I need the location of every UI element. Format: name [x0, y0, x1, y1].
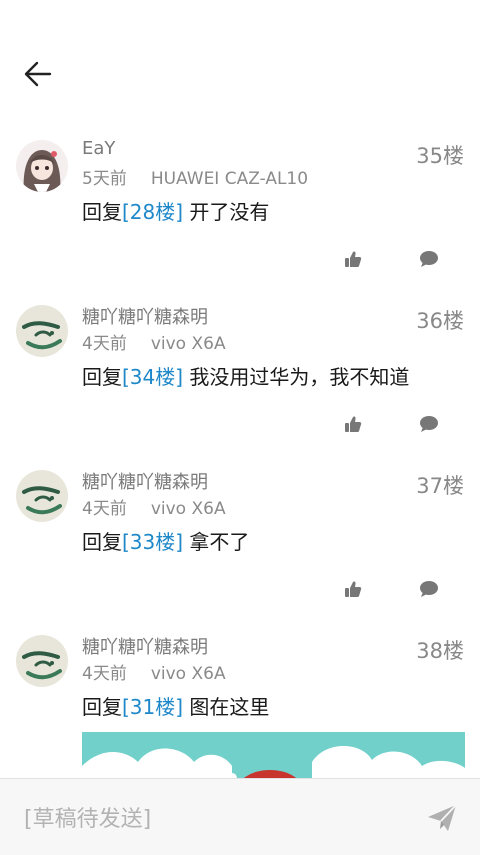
- floor-number: 38楼: [416, 639, 464, 663]
- avatar[interactable]: [16, 635, 68, 687]
- floor-number: 35楼: [416, 144, 464, 168]
- reply-text: 图在这里: [189, 695, 270, 719]
- paper-plane-icon: [428, 804, 457, 831]
- avatar[interactable]: [16, 140, 68, 192]
- send-button[interactable]: [426, 803, 458, 833]
- reply-content: 回复[33楼] 拿不了: [82, 526, 249, 555]
- post-list: EaY 5天前HUAWEI CAZ-AL10 35楼 回复[28楼] 开了没有: [0, 130, 480, 790]
- post-meta: 4天前 vivo X6A: [82, 329, 226, 354]
- reply-content: 回复[31楼] 图在这里: [82, 691, 269, 720]
- post-meta: 5天前 HUAWEI CAZ-AL10: [82, 164, 308, 189]
- post-actions: [342, 248, 440, 270]
- post-meta: 4天前 vivo X6A: [82, 659, 226, 684]
- like-button[interactable]: [342, 248, 364, 270]
- post-time: 4天前: [82, 664, 127, 684]
- post-actions: [342, 578, 440, 600]
- reply-prefix: 回复: [82, 530, 122, 554]
- reply-text: 开了没有: [189, 200, 270, 224]
- reply-floor-link[interactable]: [31楼]: [122, 695, 183, 719]
- device-name: vivo X6A: [150, 334, 226, 354]
- comment-button[interactable]: [418, 578, 440, 600]
- device-name: vivo X6A: [150, 664, 226, 684]
- post-item: 糖吖糖吖糖森明 4天前 vivo X6A 36楼 回复[34楼] 我没用过华为，我…: [0, 295, 480, 460]
- comment-bubble-icon: [420, 581, 438, 597]
- post-item: 糖吖糖吖糖森明 4天前 vivo X6A 37楼 回复[33楼] 拿不了: [0, 460, 480, 625]
- reply-content: 回复[28楼] 开了没有: [82, 196, 269, 225]
- username[interactable]: 糖吖糖吖糖森明: [82, 468, 208, 494]
- like-button[interactable]: [342, 413, 364, 435]
- comment-button[interactable]: [418, 413, 440, 435]
- post-time: 4天前: [82, 499, 127, 519]
- reply-prefix: 回复: [82, 200, 122, 224]
- username[interactable]: 糖吖糖吖糖森明: [82, 303, 208, 329]
- username[interactable]: 糖吖糖吖糖森明: [82, 633, 208, 659]
- avatar[interactable]: [16, 305, 68, 357]
- reply-prefix: 回复: [82, 365, 122, 389]
- reply-input[interactable]: [草稿待发送]: [24, 801, 151, 833]
- device-name: vivo X6A: [150, 499, 226, 519]
- post-actions: [342, 413, 440, 435]
- device-name: HUAWEI CAZ-AL10: [150, 169, 309, 189]
- post-time: 4天前: [82, 334, 127, 354]
- reply-prefix: 回复: [82, 695, 122, 719]
- reply-floor-link[interactable]: [28楼]: [122, 200, 183, 224]
- username[interactable]: EaY: [82, 138, 115, 159]
- reply-floor-link[interactable]: [34楼]: [122, 365, 183, 389]
- comment-button[interactable]: [418, 248, 440, 270]
- reply-content: 回复[34楼] 我没用过华为，我不知道: [82, 361, 409, 390]
- like-button[interactable]: [342, 578, 364, 600]
- reply-text: 拿不了: [189, 530, 250, 554]
- reply-text: 我没用过华为，我不知道: [189, 365, 410, 389]
- reply-composer: [草稿待发送]: [0, 778, 480, 855]
- comment-bubble-icon: [420, 416, 438, 432]
- post-item: EaY 5天前 HUAWEI CAZ-AL10 35楼 回复[28楼] 开了没有: [0, 130, 480, 295]
- comment-bubble-icon: [420, 251, 438, 267]
- floor-number: 37楼: [416, 474, 464, 498]
- thumbs-up-icon: [345, 581, 362, 597]
- avatar[interactable]: [16, 470, 68, 522]
- post-time: 5天前: [82, 169, 127, 189]
- post-meta: 4天前 vivo X6A: [82, 494, 226, 519]
- arrow-left-icon: [24, 61, 52, 87]
- back-button[interactable]: [18, 56, 58, 92]
- thumbs-up-icon: [345, 251, 362, 267]
- thumbs-up-icon: [345, 416, 362, 432]
- reply-floor-link[interactable]: [33楼]: [122, 530, 183, 554]
- floor-number: 36楼: [416, 309, 464, 333]
